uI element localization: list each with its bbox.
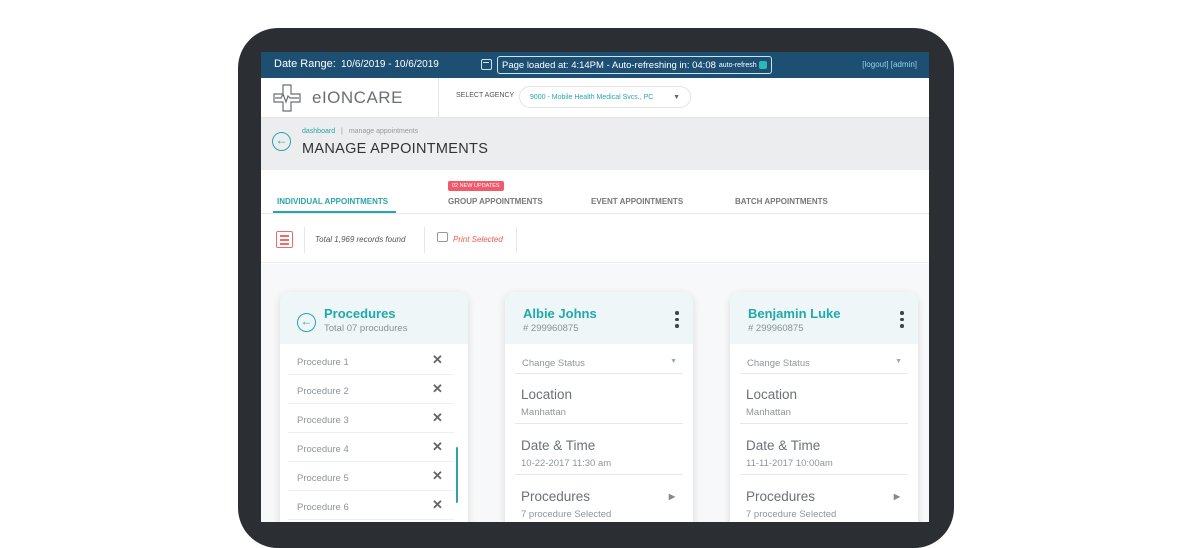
chevron-down-icon: ▼ [670, 358, 677, 365]
procedure-name: Procedure 2 [297, 386, 349, 397]
date-range-label: Date Range: [274, 58, 336, 70]
procedures-card: ← Procedures Total 07 procudures Procedu… [280, 292, 468, 522]
location-label: Location [746, 387, 798, 402]
appointment-card-header: Albie Johns # 299960875 [505, 292, 693, 344]
datetime-value: 10-22-2017 11:30 am [521, 458, 612, 469]
agency-select[interactable]: 9000 - Mobile Health Medical Svcs., PC ▼ [519, 86, 691, 108]
datetime-field: Date & Time 11-11-2017 10:00am [740, 425, 908, 475]
back-arrow-icon[interactable]: ← [297, 313, 316, 332]
logo-text: eIONCARE [312, 88, 403, 107]
change-status-dropdown[interactable]: Change Status ▼ [740, 346, 908, 374]
procedures-value: 7 procedure Selected [746, 509, 837, 520]
account-links[interactable]: [logout] [admin] [862, 60, 917, 69]
scrollbar[interactable] [456, 447, 458, 503]
new-updates-badge: 02 NEW UPDATES [448, 181, 504, 191]
records-toolbar: Total 1,969 records found Print Selected [261, 215, 929, 263]
page-loaded-indicator: Page loaded at: 4:14PM - Auto-refreshing… [497, 56, 772, 74]
location-label: Location [521, 387, 573, 402]
procedure-name: Procedure 1 [297, 357, 349, 368]
change-status-label: Change Status [747, 358, 810, 369]
change-status-dropdown[interactable]: Change Status ▼ [515, 346, 683, 374]
procedures-field[interactable]: Procedures 7 procedure Selected ▶ [515, 476, 683, 522]
page-title: MANAGE APPOINTMENTS [302, 141, 489, 157]
close-icon[interactable]: ✕ [432, 381, 443, 397]
more-options-icon[interactable] [900, 311, 904, 331]
list-item: Procedure 3 ✕ [288, 404, 454, 433]
tab-individual-appointments[interactable]: INDIVIDUAL APPOINTMENTS [277, 197, 388, 206]
agency-select-value: 9000 - Mobile Health Medical Svcs., PC [530, 93, 654, 101]
page-loaded-text: Page loaded at: 4:14PM - Auto-refreshing… [502, 59, 716, 71]
appointment-tabs: INDIVIDUAL APPOINTMENTS 02 NEW UPDATES G… [261, 180, 929, 214]
breadcrumb-dashboard-link[interactable]: dashboard [302, 128, 335, 135]
change-status-label: Change Status [522, 358, 585, 369]
patient-id: # 299960875 [748, 323, 804, 334]
datetime-field: Date & Time 10-22-2017 11:30 am [515, 425, 683, 475]
more-options-icon[interactable] [675, 311, 679, 331]
auto-refresh-checkbox[interactable] [758, 61, 767, 69]
list-view-icon[interactable] [276, 231, 293, 248]
location-value: Manhattan [746, 407, 791, 418]
date-range-value[interactable]: 10/6/2019 - 10/6/2019 [341, 59, 439, 70]
chevron-down-icon: ▼ [895, 358, 902, 365]
procedures-field[interactable]: Procedures 7 procedure Selected ▶ [740, 476, 908, 522]
close-icon[interactable]: ✕ [432, 468, 443, 484]
active-tab-underline [273, 211, 396, 213]
list-item: Procedure 1 ✕ [288, 346, 454, 375]
auto-refresh-label: auto-refresh [718, 61, 757, 69]
list-item: Procedure 6 ✕ [288, 491, 454, 520]
toolbar-divider [516, 227, 517, 253]
tab-event-appointments[interactable]: EVENT APPOINTMENTS [591, 197, 683, 206]
appointment-card: Albie Johns # 299960875 Change Status ▼ … [505, 292, 693, 522]
procedures-card-header: ← Procedures Total 07 procudures [280, 292, 468, 344]
datetime-label: Date & Time [746, 438, 821, 453]
procedures-subtitle: Total 07 procudures [324, 323, 408, 334]
tab-group-appointments[interactable]: GROUP APPOINTMENTS [448, 197, 543, 206]
location-field: Location Manhattan [740, 374, 908, 424]
list-item: Procedure 4 ✕ [288, 433, 454, 462]
appointment-card: Benjamin Luke # 299960875 Change Status … [730, 292, 918, 522]
breadcrumb: dashboard | manage appointments [302, 128, 418, 135]
procedure-name: Procedure 5 [297, 473, 349, 484]
logo-icon [273, 84, 301, 112]
chevron-right-icon: ▶ [668, 492, 675, 501]
calendar-icon[interactable] [481, 59, 492, 70]
toolbar-divider [424, 227, 425, 253]
status-bar: Date Range: 10/6/2019 - 10/6/2019 Page l… [261, 52, 929, 78]
procedures-value: 7 procedure Selected [521, 509, 612, 520]
procedure-name: Procedure 4 [297, 444, 349, 455]
list-item: Procedure 2 ✕ [288, 375, 454, 404]
patient-id: # 299960875 [523, 323, 579, 334]
patient-name[interactable]: Albie Johns [523, 306, 597, 321]
header-divider [438, 78, 439, 118]
chevron-down-icon: ▼ [673, 94, 680, 101]
procedure-name: Procedure 3 [297, 415, 349, 426]
close-icon[interactable]: ✕ [432, 497, 443, 513]
location-value: Manhattan [521, 407, 566, 418]
toolbar-divider [304, 227, 305, 253]
appointment-card-header: Benjamin Luke # 299960875 [730, 292, 918, 344]
app-header: eIONCARE SELECT AGENCY 9000 - Mobile Hea… [261, 78, 929, 118]
print-selected-button[interactable]: Print Selected [453, 235, 503, 244]
app-screen: Date Range: 10/6/2019 - 10/6/2019 Page l… [261, 52, 929, 522]
chevron-right-icon: ▶ [893, 492, 900, 501]
back-arrow-icon[interactable]: ← [272, 132, 291, 151]
breadcrumb-current: manage appointments [348, 128, 419, 135]
close-icon[interactable]: ✕ [432, 410, 443, 426]
list-item: Procedure 5 ✕ [288, 462, 454, 491]
breadcrumb-separator: | [341, 128, 343, 135]
select-agency-label: SELECT AGENCY [456, 92, 515, 99]
printer-icon[interactable] [437, 232, 448, 242]
close-icon[interactable]: ✕ [432, 352, 443, 368]
datetime-label: Date & Time [521, 438, 596, 453]
procedures-label: Procedures [521, 489, 591, 504]
datetime-value: 11-11-2017 10:00am [746, 458, 833, 469]
tab-batch-appointments[interactable]: BATCH APPOINTMENTS [735, 197, 828, 206]
procedures-title: Procedures [324, 306, 396, 321]
procedure-name: Procedure 6 [297, 502, 349, 513]
location-field: Location Manhattan [515, 374, 683, 424]
close-icon[interactable]: ✕ [432, 439, 443, 455]
records-count: Total 1,969 records found [315, 235, 406, 244]
patient-name[interactable]: Benjamin Luke [748, 306, 840, 321]
procedures-label: Procedures [746, 489, 816, 504]
